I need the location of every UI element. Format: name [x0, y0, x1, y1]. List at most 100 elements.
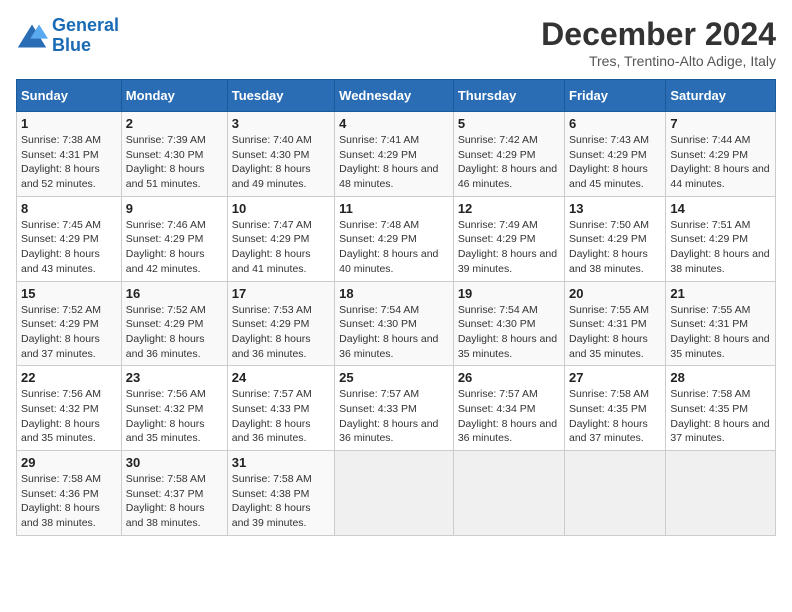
calendar-cell: 21 Sunrise: 7:55 AMSunset: 4:31 PMDaylig… — [666, 281, 776, 366]
main-title: December 2024 — [541, 16, 776, 53]
calendar-cell: 8 Sunrise: 7:45 AMSunset: 4:29 PMDayligh… — [17, 196, 122, 281]
day-info: Sunrise: 7:38 AMSunset: 4:31 PMDaylight:… — [21, 134, 101, 190]
calendar-cell: 16 Sunrise: 7:52 AMSunset: 4:29 PMDaylig… — [121, 281, 227, 366]
day-info: Sunrise: 7:57 AMSunset: 4:33 PMDaylight:… — [232, 388, 312, 444]
day-info: Sunrise: 7:55 AMSunset: 4:31 PMDaylight:… — [670, 304, 769, 360]
calendar-cell: 13 Sunrise: 7:50 AMSunset: 4:29 PMDaylig… — [565, 196, 666, 281]
calendar-cell — [335, 451, 454, 536]
calendar-cell: 31 Sunrise: 7:58 AMSunset: 4:38 PMDaylig… — [227, 451, 334, 536]
day-info: Sunrise: 7:52 AMSunset: 4:29 PMDaylight:… — [126, 304, 206, 360]
day-number: 26 — [458, 370, 560, 385]
day-number: 17 — [232, 286, 330, 301]
day-number: 31 — [232, 455, 330, 470]
calendar-cell: 20 Sunrise: 7:55 AMSunset: 4:31 PMDaylig… — [565, 281, 666, 366]
day-info: Sunrise: 7:55 AMSunset: 4:31 PMDaylight:… — [569, 304, 649, 360]
day-number: 11 — [339, 201, 449, 216]
day-info: Sunrise: 7:42 AMSunset: 4:29 PMDaylight:… — [458, 134, 557, 190]
calendar-cell: 27 Sunrise: 7:58 AMSunset: 4:35 PMDaylig… — [565, 366, 666, 451]
calendar-cell: 15 Sunrise: 7:52 AMSunset: 4:29 PMDaylig… — [17, 281, 122, 366]
day-number: 8 — [21, 201, 117, 216]
header: General Blue December 2024 Tres, Trentin… — [16, 16, 776, 69]
dow-header: Thursday — [453, 80, 564, 112]
day-info: Sunrise: 7:51 AMSunset: 4:29 PMDaylight:… — [670, 219, 769, 275]
calendar-cell: 24 Sunrise: 7:57 AMSunset: 4:33 PMDaylig… — [227, 366, 334, 451]
day-number: 22 — [21, 370, 117, 385]
day-info: Sunrise: 7:43 AMSunset: 4:29 PMDaylight:… — [569, 134, 649, 190]
logo-text: General Blue — [52, 16, 119, 56]
calendar-cell: 3 Sunrise: 7:40 AMSunset: 4:30 PMDayligh… — [227, 112, 334, 197]
day-number: 5 — [458, 116, 560, 131]
day-number: 15 — [21, 286, 117, 301]
calendar-cell: 29 Sunrise: 7:58 AMSunset: 4:36 PMDaylig… — [17, 451, 122, 536]
day-number: 12 — [458, 201, 560, 216]
day-number: 2 — [126, 116, 223, 131]
dow-header: Tuesday — [227, 80, 334, 112]
day-info: Sunrise: 7:54 AMSunset: 4:30 PMDaylight:… — [339, 304, 438, 360]
calendar-cell: 10 Sunrise: 7:47 AMSunset: 4:29 PMDaylig… — [227, 196, 334, 281]
day-number: 19 — [458, 286, 560, 301]
day-number: 16 — [126, 286, 223, 301]
day-number: 21 — [670, 286, 771, 301]
day-info: Sunrise: 7:49 AMSunset: 4:29 PMDaylight:… — [458, 219, 557, 275]
calendar-cell: 19 Sunrise: 7:54 AMSunset: 4:30 PMDaylig… — [453, 281, 564, 366]
day-number: 24 — [232, 370, 330, 385]
dow-header: Monday — [121, 80, 227, 112]
day-info: Sunrise: 7:56 AMSunset: 4:32 PMDaylight:… — [21, 388, 101, 444]
day-number: 13 — [569, 201, 661, 216]
day-number: 28 — [670, 370, 771, 385]
day-info: Sunrise: 7:58 AMSunset: 4:38 PMDaylight:… — [232, 473, 312, 529]
day-info: Sunrise: 7:58 AMSunset: 4:37 PMDaylight:… — [126, 473, 206, 529]
day-info: Sunrise: 7:48 AMSunset: 4:29 PMDaylight:… — [339, 219, 438, 275]
day-info: Sunrise: 7:39 AMSunset: 4:30 PMDaylight:… — [126, 134, 206, 190]
day-info: Sunrise: 7:46 AMSunset: 4:29 PMDaylight:… — [126, 219, 206, 275]
day-info: Sunrise: 7:41 AMSunset: 4:29 PMDaylight:… — [339, 134, 438, 190]
day-info: Sunrise: 7:58 AMSunset: 4:36 PMDaylight:… — [21, 473, 101, 529]
logo-line2: Blue — [52, 35, 91, 55]
calendar-cell: 12 Sunrise: 7:49 AMSunset: 4:29 PMDaylig… — [453, 196, 564, 281]
calendar-table: SundayMondayTuesdayWednesdayThursdayFrid… — [16, 79, 776, 536]
calendar-cell: 7 Sunrise: 7:44 AMSunset: 4:29 PMDayligh… — [666, 112, 776, 197]
day-number: 20 — [569, 286, 661, 301]
day-number: 27 — [569, 370, 661, 385]
calendar-cell: 26 Sunrise: 7:57 AMSunset: 4:34 PMDaylig… — [453, 366, 564, 451]
calendar-cell — [666, 451, 776, 536]
calendar-cell: 2 Sunrise: 7:39 AMSunset: 4:30 PMDayligh… — [121, 112, 227, 197]
day-number: 4 — [339, 116, 449, 131]
day-info: Sunrise: 7:57 AMSunset: 4:34 PMDaylight:… — [458, 388, 557, 444]
calendar-cell: 23 Sunrise: 7:56 AMSunset: 4:32 PMDaylig… — [121, 366, 227, 451]
calendar-cell — [453, 451, 564, 536]
day-number: 10 — [232, 201, 330, 216]
calendar-cell: 9 Sunrise: 7:46 AMSunset: 4:29 PMDayligh… — [121, 196, 227, 281]
day-info: Sunrise: 7:57 AMSunset: 4:33 PMDaylight:… — [339, 388, 438, 444]
day-number: 30 — [126, 455, 223, 470]
title-area: December 2024 Tres, Trentino-Alto Adige,… — [541, 16, 776, 69]
day-number: 18 — [339, 286, 449, 301]
calendar-cell: 5 Sunrise: 7:42 AMSunset: 4:29 PMDayligh… — [453, 112, 564, 197]
calendar-cell — [565, 451, 666, 536]
dow-header: Saturday — [666, 80, 776, 112]
calendar-cell: 14 Sunrise: 7:51 AMSunset: 4:29 PMDaylig… — [666, 196, 776, 281]
day-info: Sunrise: 7:40 AMSunset: 4:30 PMDaylight:… — [232, 134, 312, 190]
subtitle: Tres, Trentino-Alto Adige, Italy — [541, 53, 776, 69]
calendar-cell: 11 Sunrise: 7:48 AMSunset: 4:29 PMDaylig… — [335, 196, 454, 281]
day-number: 1 — [21, 116, 117, 131]
day-info: Sunrise: 7:44 AMSunset: 4:29 PMDaylight:… — [670, 134, 769, 190]
dow-header: Sunday — [17, 80, 122, 112]
calendar-cell: 22 Sunrise: 7:56 AMSunset: 4:32 PMDaylig… — [17, 366, 122, 451]
calendar-cell: 28 Sunrise: 7:58 AMSunset: 4:35 PMDaylig… — [666, 366, 776, 451]
day-info: Sunrise: 7:53 AMSunset: 4:29 PMDaylight:… — [232, 304, 312, 360]
day-info: Sunrise: 7:47 AMSunset: 4:29 PMDaylight:… — [232, 219, 312, 275]
day-number: 6 — [569, 116, 661, 131]
day-number: 3 — [232, 116, 330, 131]
day-info: Sunrise: 7:54 AMSunset: 4:30 PMDaylight:… — [458, 304, 557, 360]
day-number: 25 — [339, 370, 449, 385]
day-number: 23 — [126, 370, 223, 385]
calendar-cell: 30 Sunrise: 7:58 AMSunset: 4:37 PMDaylig… — [121, 451, 227, 536]
day-number: 14 — [670, 201, 771, 216]
day-info: Sunrise: 7:56 AMSunset: 4:32 PMDaylight:… — [126, 388, 206, 444]
day-number: 9 — [126, 201, 223, 216]
dow-header: Wednesday — [335, 80, 454, 112]
calendar-cell: 17 Sunrise: 7:53 AMSunset: 4:29 PMDaylig… — [227, 281, 334, 366]
calendar-cell: 4 Sunrise: 7:41 AMSunset: 4:29 PMDayligh… — [335, 112, 454, 197]
day-info: Sunrise: 7:58 AMSunset: 4:35 PMDaylight:… — [569, 388, 649, 444]
